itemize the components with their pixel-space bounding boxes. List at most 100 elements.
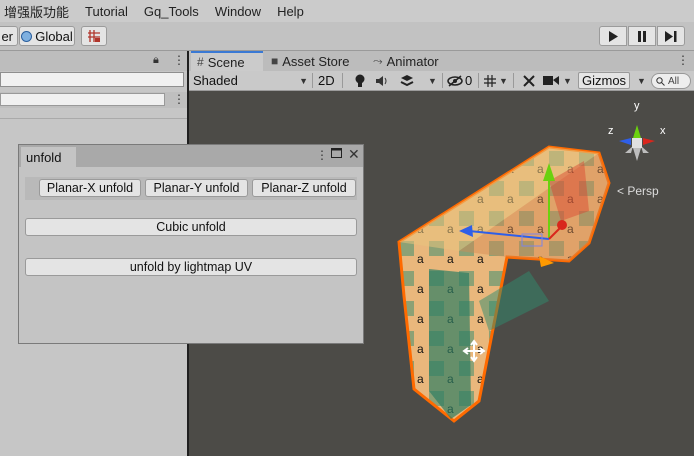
play-button[interactable] <box>599 26 627 46</box>
global-toggle-label: Global <box>35 28 73 44</box>
global-toggle-button[interactable]: Global <box>19 26 75 46</box>
audio-toggle-button[interactable] <box>375 72 389 89</box>
tab-asset-store[interactable]: ■ Asset Store <box>271 51 349 71</box>
projection-label[interactable]: < Persp <box>617 184 659 198</box>
shading-mode-dropdown[interactable]: Shaded ▼ <box>193 72 308 89</box>
cubic-unfold-label: Cubic unfold <box>156 220 226 234</box>
search-icon <box>656 76 665 86</box>
grid-snap-button[interactable] <box>81 26 107 46</box>
scene-search-placeholder: All <box>668 75 680 87</box>
tab-scene[interactable]: # Scene <box>191 51 263 71</box>
effects-layers-icon <box>400 74 414 86</box>
unfold-window-tabbar: unfold ⋮ ✕ <box>19 145 363 167</box>
camera-button[interactable] <box>543 72 559 89</box>
menu-gq-tools[interactable]: Gq_Tools <box>136 4 207 19</box>
panel-menu-icon[interactable]: ⋮ <box>173 53 185 67</box>
globe-icon <box>21 30 33 42</box>
unfold-window-tab[interactable]: unfold <box>21 147 76 167</box>
divider <box>0 118 187 119</box>
speaker-icon <box>376 75 387 86</box>
gizmos-button[interactable]: Gizmos <box>578 72 631 89</box>
chevron-down-icon: ▼ <box>299 75 308 86</box>
gizmos-dropdown[interactable]: ▼ <box>637 72 646 89</box>
grid-toggle-button[interactable] <box>484 72 496 89</box>
planar-buttons-row: Planar-X unfold Planar-Y unfold Planar-Z… <box>25 177 357 200</box>
menu-window[interactable]: Window <box>207 4 269 19</box>
lock-icon[interactable]: 🔒︎ <box>153 54 159 67</box>
tab-animator-label: Animator <box>386 53 439 69</box>
pivot-toggle-label: er <box>1 28 13 44</box>
pause-button[interactable] <box>628 26 656 46</box>
orientation-gizmo[interactable] <box>619 125 655 161</box>
divider <box>442 73 443 88</box>
effects-dropdown[interactable]: ▼ <box>428 72 437 89</box>
play-icon <box>609 30 618 42</box>
window-menu-icon[interactable]: ⋮ <box>316 148 328 162</box>
scene-tab-bar: # Scene ■ Asset Store ⤳ Animator ⋮ <box>189 51 694 71</box>
scene-toolbar: Shaded ▼ 2D ▼ 0 ▼ ▼ Gizmos ▼ All <box>189 71 694 91</box>
grid-dropdown[interactable]: ▼ <box>499 72 508 89</box>
planar-y-unfold-button[interactable]: Planar-Y unfold <box>145 179 248 197</box>
hierarchy-filter-field[interactable] <box>0 93 165 106</box>
hierarchy-header: 🔒︎ ⋮ <box>0 51 187 71</box>
tab-scene-label: Scene <box>207 54 245 70</box>
lightmap-uv-unfold-label: unfold by lightmap UV <box>129 260 253 274</box>
tab-asset-store-label: Asset Store <box>282 53 350 69</box>
scene-panel-menu-icon[interactable]: ⋮ <box>677 53 689 67</box>
lightbulb-icon <box>355 74 365 87</box>
menu-help[interactable]: Help <box>269 4 312 19</box>
divider <box>478 73 479 88</box>
tools-toggle-button[interactable] <box>522 72 536 89</box>
tools-icon <box>523 74 535 87</box>
divider <box>312 73 313 88</box>
planar-x-unfold-label: Planar-X unfold <box>46 181 134 195</box>
eye-hidden-icon <box>447 74 463 87</box>
animator-icon: ⤳ <box>373 53 383 68</box>
unfold-window-title: unfold <box>26 149 62 165</box>
pivot-toggle-button[interactable]: er <box>0 26 18 46</box>
axis-x-label: x <box>660 125 666 137</box>
planar-y-unfold-label: Planar-Y unfold <box>153 181 240 195</box>
lightmap-uv-unfold-button[interactable]: unfold by lightmap UV <box>25 258 357 276</box>
step-icon <box>665 30 677 42</box>
gizmos-label: Gizmos <box>582 73 627 88</box>
planar-x-unfold-button[interactable]: Planar-X unfold <box>39 179 141 197</box>
pause-icon <box>638 30 646 42</box>
main-toolbar: er Global <box>0 22 694 51</box>
hierarchy-search-input[interactable] <box>0 72 184 87</box>
step-button[interactable] <box>657 26 685 46</box>
shading-mode-label: Shaded <box>193 73 238 88</box>
divider <box>513 73 514 88</box>
hidden-objects-toggle[interactable]: 0 <box>447 72 472 89</box>
scene-search-input[interactable]: All <box>651 73 691 89</box>
persp-arrow-icon: < <box>617 184 628 198</box>
chevron-down-icon: ▼ <box>563 75 572 86</box>
projection-label-text: Persp <box>627 184 659 198</box>
menu-bar: 增强版功能 Tutorial Gq_Tools Window Help <box>0 0 694 22</box>
selected-mesh[interactable] <box>397 145 611 423</box>
cubic-unfold-button[interactable]: Cubic unfold <box>25 218 357 236</box>
grid-icon <box>484 74 496 87</box>
grid-snap-icon <box>88 30 100 42</box>
subpanel-menu-icon[interactable]: ⋮ <box>173 92 185 106</box>
maximize-icon[interactable] <box>331 147 342 161</box>
chevron-down-icon: ▼ <box>499 75 508 86</box>
toggle-2d-label: 2D <box>318 73 335 88</box>
unfold-window: unfold ⋮ ✕ Planar-X unfold Planar-Y unfo… <box>18 144 364 344</box>
close-icon[interactable]: ✕ <box>348 146 360 163</box>
menu-tutorial[interactable]: Tutorial <box>77 4 136 19</box>
menu-enhanced-features[interactable]: 增强版功能 <box>0 2 77 21</box>
camera-icon <box>543 76 559 85</box>
camera-dropdown[interactable]: ▼ <box>563 72 572 89</box>
shopping-bag-icon: ■ <box>271 54 279 68</box>
tab-animator[interactable]: ⤳ Animator <box>373 51 439 71</box>
hidden-objects-count: 0 <box>465 73 473 88</box>
divider <box>342 73 343 88</box>
lighting-toggle-button[interactable] <box>354 72 366 89</box>
planar-z-unfold-button[interactable]: Planar-Z unfold <box>252 179 356 197</box>
effects-toggle-button[interactable] <box>399 72 415 89</box>
chevron-down-icon: ▼ <box>637 75 646 86</box>
chevron-down-icon: ▼ <box>428 75 437 86</box>
toggle-2d-button[interactable]: 2D <box>318 72 335 89</box>
scene-grid-icon: # <box>197 55 204 69</box>
